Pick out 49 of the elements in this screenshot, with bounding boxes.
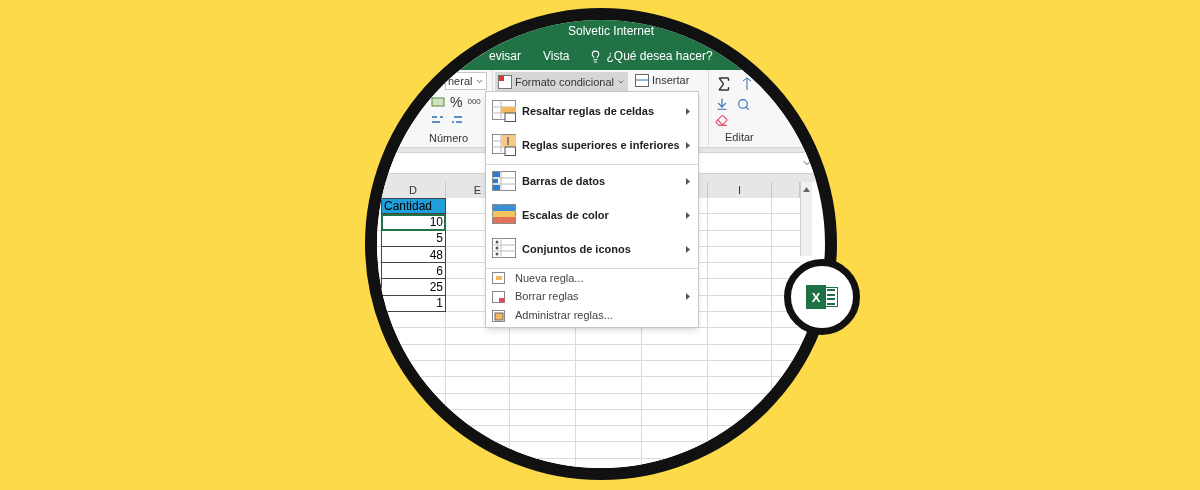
- manage-rules-icon: [492, 309, 505, 322]
- number-format-dropdown[interactable]: neral: [445, 72, 487, 90]
- sort-icon[interactable]: [741, 76, 753, 92]
- window-title: Solvetic Internet: [568, 25, 655, 40]
- vertical-scrollbar[interactable]: [800, 182, 812, 256]
- submenu-arrow-icon: [686, 211, 690, 219]
- group-label: Número: [429, 133, 470, 144]
- submenu-arrow-icon: [686, 245, 690, 253]
- currency-icon: [431, 96, 445, 108]
- percent-button[interactable]: %: [450, 95, 463, 109]
- tell-me-field[interactable]: ¿Qué desea hacer?: [606, 50, 713, 62]
- scroll-up-icon[interactable]: [803, 187, 810, 192]
- highlight-cells-icon: [492, 100, 516, 122]
- search-icon[interactable]: [737, 97, 750, 111]
- menu-item[interactable]: Conjuntos de iconos: [486, 232, 698, 266]
- menu-item[interactable]: Escalas de color: [486, 198, 698, 232]
- submenu-arrow-icon: [686, 293, 690, 300]
- insert-button[interactable]: Insertar: [652, 75, 690, 86]
- clear-rules-icon: [492, 290, 505, 303]
- menu-item[interactable]: Borrar reglas: [486, 287, 698, 306]
- ribbon-tab[interactable]: Vista: [541, 47, 572, 65]
- menu-item[interactable]: Administrar reglas...: [486, 306, 698, 325]
- header-cell: Cantidad: [381, 198, 446, 215]
- submenu-arrow-icon: [686, 141, 690, 149]
- fill-icon[interactable]: [715, 97, 729, 111]
- increase-decimal-icon[interactable]: [431, 114, 445, 126]
- table-cell: 25: [381, 279, 446, 296]
- submenu-arrow-icon: [686, 178, 690, 185]
- top-bottom-icon: [492, 134, 516, 156]
- table-cell: 10: [381, 214, 446, 231]
- conditional-format-icon: [498, 75, 512, 89]
- menu-item[interactable]: Reglas superiores e inferiores: [486, 128, 698, 162]
- decrease-decimal-icon[interactable]: [451, 114, 465, 126]
- menu-item[interactable]: Barras de datos: [486, 164, 698, 198]
- menu-item[interactable]: Resaltar reglas de celdas: [486, 94, 698, 128]
- dropdown-caret-icon: [617, 78, 626, 86]
- menu-item[interactable]: Nueva regla...: [486, 268, 698, 287]
- eraser-icon[interactable]: [715, 113, 728, 127]
- data-bars-icon: [492, 170, 516, 193]
- ribbon-tab[interactable]: evisar: [487, 47, 523, 65]
- column-header[interactable]: D: [381, 182, 446, 198]
- conditional-format-button[interactable]: Formato condicional: [495, 72, 629, 92]
- thousands-button[interactable]: 000: [467, 98, 481, 106]
- icon-sets-icon: [492, 238, 516, 260]
- submenu-arrow-icon: [686, 107, 690, 115]
- color-scale-icon: [492, 204, 516, 226]
- table-cell: 6: [381, 263, 446, 280]
- group-label: Editar: [725, 132, 755, 143]
- insert-cells-icon: [635, 74, 649, 87]
